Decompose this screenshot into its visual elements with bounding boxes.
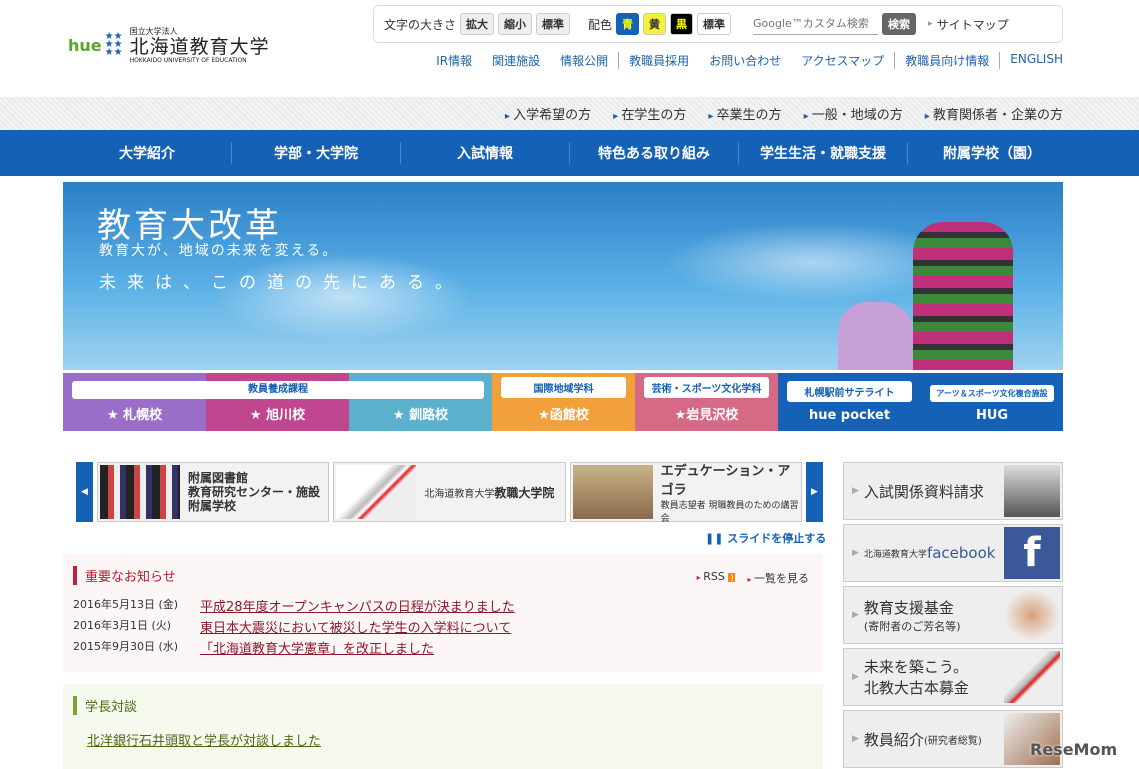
audience-link[interactable]: 卒業生の方 (708, 104, 782, 123)
font-enlarge-button[interactable]: 拡大 (460, 13, 495, 35)
campus-iwamizawa[interactable]: 芸術・スポーツ文化学科 ★岩見沢校 (635, 373, 778, 431)
slider-prev-button[interactable]: ◀ (76, 462, 93, 522)
audience-nav: 入学希望の方 在学生の方 卒業生の方 一般・地域の方 教育関係者・企業の方 (0, 97, 1139, 130)
rss-link[interactable]: ▸ RSS ) (697, 570, 736, 586)
campus-hakodate[interactable]: 国際地域学科 ★函館校 (492, 373, 635, 431)
news-item: 2015年9月30日 (水) 「北海道教育大学憲章」を改正しました (73, 638, 435, 657)
facebook-icon: f (1004, 527, 1060, 579)
watermark: ReseMom (1030, 740, 1118, 759)
arrow-icon: ▶ (852, 734, 859, 744)
stars-icon: ★★ ★★ ★★ (104, 31, 123, 58)
president-dialogue: 学長対談 北洋銀行石井頭取と学長が対談しました (63, 684, 823, 769)
gnav-item[interactable]: 特色ある取り組み (570, 142, 739, 164)
news-link[interactable]: 東日本大震災において被災した学生の入学料について (200, 617, 511, 636)
utility-link[interactable]: アクセスマップ (791, 52, 896, 69)
hue-pocket-link[interactable]: 札幌駅前サテライト hue pocket (778, 373, 921, 431)
search-button[interactable]: 検索 (882, 13, 917, 35)
slider-next-button[interactable]: ▶ (805, 462, 823, 522)
slide-agora[interactable]: エデュケーション・アゴラ 教員志望者 現職教員のための講習会 (569, 462, 802, 524)
books-image (100, 465, 180, 519)
utility-link[interactable]: ENGLISH (1000, 52, 1063, 69)
utility-nav: IR情報 関連施設 情報公開 教職員採用 お問い合わせ アクセスマップ 教職員向… (426, 52, 1063, 69)
accessibility-toolbar: 文字の大きさ 拡大 縮小 標準 配色 青 黄 黒 標準 検索 ▸ サイトマップ (373, 5, 1063, 43)
gnav-item[interactable]: 大学紹介 (63, 142, 232, 164)
side-facebook[interactable]: ▶ 北海道教育大学 facebook f (843, 524, 1063, 582)
side-support-fund[interactable]: ▶ 教育支援基金 (寄附者のご芳名等) (843, 586, 1063, 644)
color-standard-button[interactable]: 標準 (697, 13, 732, 35)
utility-link[interactable]: 教職員採用 (619, 52, 699, 69)
sitemap-link[interactable]: サイトマップ (937, 16, 1009, 33)
cloud-image (213, 252, 473, 342)
hug-link[interactable]: アーツ＆スポーツ文化複合施設 HUG (921, 373, 1063, 431)
color-black-button[interactable]: 黒 (670, 13, 694, 35)
child-photo (838, 302, 913, 370)
slide-graduate-school[interactable]: 北海道教育大学教職大学院 (333, 462, 566, 522)
gnav-item[interactable]: 学部・大学院 (232, 142, 401, 164)
font-standard-button[interactable]: 標準 (536, 13, 571, 35)
color-blue-button[interactable]: 青 (616, 13, 640, 35)
utility-link[interactable]: 関連施設 (482, 52, 550, 69)
utility-link[interactable]: 教職員向け情報 (895, 52, 1001, 69)
important-notices: 重要なお知らせ ▸ RSS ) ▸ 一覧を見る 2016年5月13日 (金) 平成… (63, 554, 823, 672)
handshake-photo (1004, 589, 1060, 641)
utility-link[interactable]: 情報公開 (550, 52, 620, 69)
news-item: 2016年5月13日 (金) 平成28年度オープンキャンパスの日程が決まりました (73, 596, 515, 615)
list-all-link[interactable]: ▸ 一覧を見る (747, 570, 809, 586)
stop-slider-button[interactable]: ❚❚ スライドを停止する (705, 530, 826, 546)
color-yellow-button[interactable]: 黄 (643, 13, 667, 35)
book-image (336, 465, 417, 519)
pause-icon: ❚❚ (705, 532, 728, 545)
hero-banner[interactable]: 教育大改革 教育大が、地域の未来を変える。 未来は、この道の先にある。 (63, 182, 1063, 370)
arrow-icon: ▶ (852, 610, 859, 620)
utility-link[interactable]: IR情報 (426, 52, 482, 69)
gnav-item[interactable]: 学生生活・就職支援 (739, 142, 908, 164)
audience-link[interactable]: 教育関係者・企業の方 (925, 104, 1063, 123)
news-link[interactable]: 「北海道教育大学憲章」を改正しました (200, 638, 434, 657)
arrow-icon: ▶ (852, 548, 859, 558)
logo[interactable]: hue ★★ ★★ ★★ 国立大学法人 北海道教育大学 HOKKAIDO UNIVERS… (68, 26, 270, 64)
arrow-icon: ▶ (852, 672, 859, 682)
side-admission-request[interactable]: ▶ 入試関係資料請求 (843, 462, 1063, 520)
side-used-book-donation[interactable]: ▶ 未来を築こう。 北教大古本募金 (843, 648, 1063, 706)
arrow-icon: ▸ (928, 19, 933, 29)
child-photo (913, 222, 1013, 370)
feature-slider: ◀ 附属図書館 教育研究センター・施設 附属学校 北海道教育大学教職大学院 エデュケ… (76, 462, 823, 524)
audience-link[interactable]: 在学生の方 (613, 104, 686, 123)
gnav-item[interactable]: 入試情報 (401, 142, 570, 164)
painting-image (572, 465, 653, 519)
audience-link[interactable]: 一般・地域の方 (804, 104, 903, 123)
dialogue-link[interactable]: 北洋銀行石井頭取と学長が対談しました (87, 730, 321, 749)
utility-link[interactable]: お問い合わせ (699, 52, 791, 69)
book-photo (1004, 651, 1060, 703)
search-input[interactable] (753, 13, 879, 35)
font-shrink-button[interactable]: 縮小 (498, 13, 533, 35)
news-item: 2016年3月1日 (火) 東日本大震災において被災した学生の入学料について (73, 617, 512, 636)
slide-library[interactable]: 附属図書館 教育研究センター・施設 附属学校 (97, 462, 330, 522)
side-faculty[interactable]: ▶ 教員紹介 (研究者総覧) (843, 710, 1063, 768)
woman-photo (1004, 465, 1060, 517)
news-link[interactable]: 平成28年度オープンキャンパスの日程が決まりました (200, 596, 515, 615)
audience-link[interactable]: 入学希望の方 (505, 104, 591, 123)
rss-icon: ) (728, 573, 736, 582)
campus-links: 教員養成課程 ★ 札幌校 ★ 旭川校 ★ 釧路校 国際地域学科 ★函館校 芸術・ス… (63, 373, 1063, 431)
arrow-icon: ▶ (852, 486, 859, 496)
gnav-item[interactable]: 附属学校（園） (908, 142, 1076, 164)
global-nav: 大学紹介 学部・大学院 入試情報 特色ある取り組み 学生生活・就職支援 附属学校… (0, 130, 1139, 176)
